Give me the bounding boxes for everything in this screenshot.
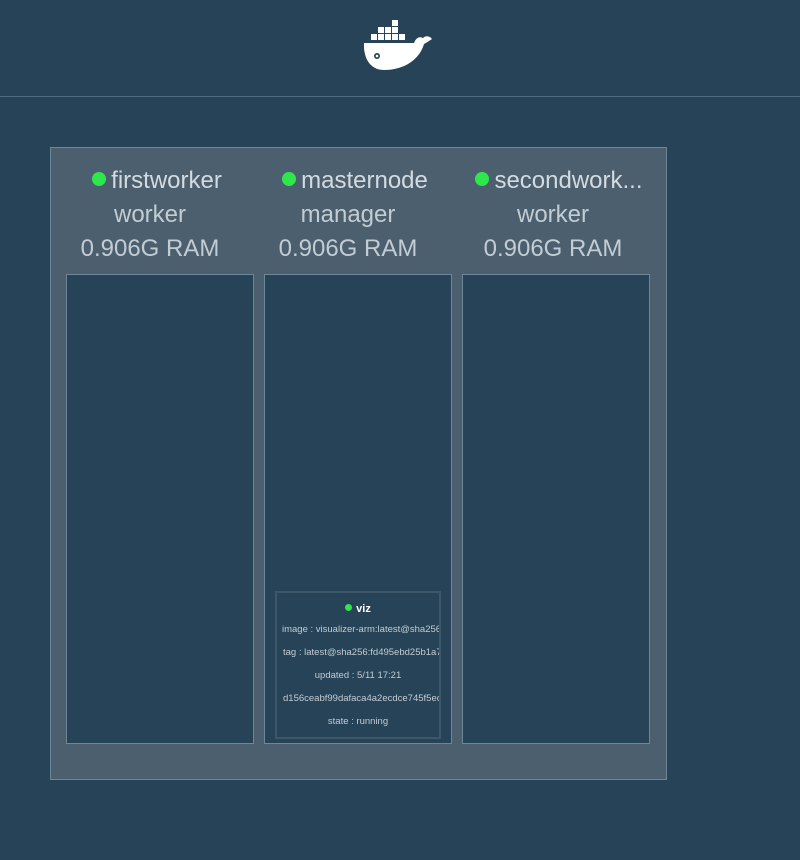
task-id: d156ceabf99dafaca4a2ecdce745f5ec (283, 693, 441, 704)
node-status-dot (475, 172, 490, 186)
node-name: firstworker (111, 167, 222, 194)
node-header: firstworker worker 0.906G RAM (51, 148, 249, 274)
node-task-area (66, 274, 254, 744)
task-tag: tag : latest@sha256:fd495ebd25b1a7 (283, 647, 441, 658)
docker-whale-icon (364, 20, 432, 70)
task-state: state : running (327, 716, 389, 727)
task-card-viz[interactable]: viz image : visualizer-arm:latest@sha256… (275, 591, 441, 739)
node-header: secondwork... worker 0.906G RAM (447, 148, 645, 274)
node-status-dot (92, 172, 107, 186)
task-status-dot (345, 604, 353, 611)
node-ram: 0.906G RAM (483, 235, 623, 262)
cluster-panel: firstworker worker 0.906G RAM masternode… (50, 147, 667, 780)
node-secondworker: secondwork... worker 0.906G RAM (447, 148, 650, 744)
node-status-dot (282, 172, 297, 186)
task-details: image : visualizer-arm:latest@sha256 tag… (277, 618, 439, 733)
task-image: image : visualizer-arm:latest@sha256 (282, 624, 441, 635)
header (0, 0, 800, 97)
node-ram: 0.906G RAM (278, 235, 418, 262)
node-name: secondwork... (494, 167, 643, 194)
node-task-area (462, 274, 650, 744)
node-ram: 0.906G RAM (80, 235, 220, 262)
node-header: masternode manager 0.906G RAM (249, 148, 447, 274)
node-masternode: masternode manager 0.906G RAM viz image … (249, 148, 452, 744)
node-name: masternode (301, 167, 428, 194)
node-firstworker: firstworker worker 0.906G RAM (51, 148, 254, 744)
node-task-area: viz image : visualizer-arm:latest@sha256… (264, 274, 452, 744)
task-name: viz (356, 603, 371, 615)
task-updated: updated : 5/11 17:21 (314, 670, 402, 681)
node-role: worker (516, 201, 589, 228)
node-role: manager (300, 201, 396, 228)
node-role: worker (113, 201, 186, 228)
